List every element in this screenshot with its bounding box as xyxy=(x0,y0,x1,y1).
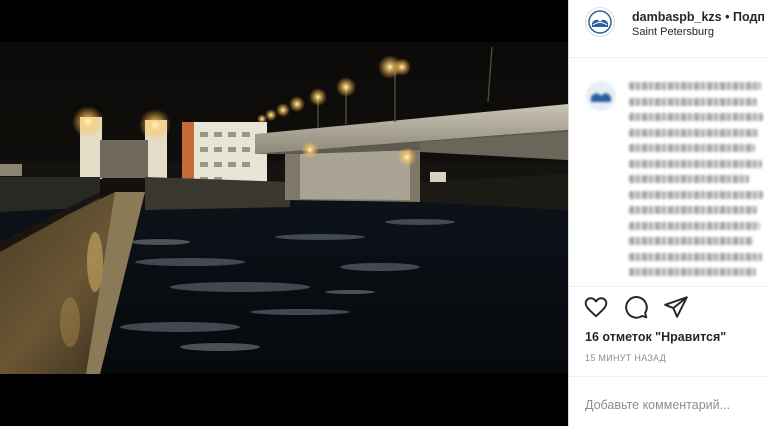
follow-button[interactable]: Подп xyxy=(733,10,765,24)
likes-count[interactable]: 16 отметок "Нравится" xyxy=(585,330,726,344)
caption-text-blurred xyxy=(629,82,763,284)
avatar-logo-icon xyxy=(587,9,613,35)
post-username-row: dambaspb_kzs • Подп xyxy=(632,10,765,24)
caption-avatar-logo-icon xyxy=(586,81,616,111)
location-link[interactable]: Saint Petersburg xyxy=(632,26,714,38)
photo-pane xyxy=(0,0,568,426)
username[interactable]: dambaspb_kzs xyxy=(632,10,722,24)
post-header: dambaspb_kzs • Подп Saint Petersburg xyxy=(569,0,770,58)
caption-avatar[interactable] xyxy=(585,80,617,112)
caption-area xyxy=(569,58,770,286)
timestamp[interactable]: 15 МИНУТ НАЗАД xyxy=(585,353,666,363)
divider xyxy=(569,376,770,377)
comment-input[interactable] xyxy=(585,396,765,414)
heart-icon[interactable] xyxy=(583,294,609,320)
divider xyxy=(569,286,770,287)
post-sidebar: dambaspb_kzs • Подп Saint Petersburg 16 … xyxy=(568,0,770,426)
comment-icon[interactable] xyxy=(623,294,649,320)
share-icon[interactable] xyxy=(663,294,689,320)
avatar[interactable] xyxy=(585,7,615,37)
post-photo[interactable] xyxy=(0,42,568,374)
separator-dot: • xyxy=(725,10,730,24)
